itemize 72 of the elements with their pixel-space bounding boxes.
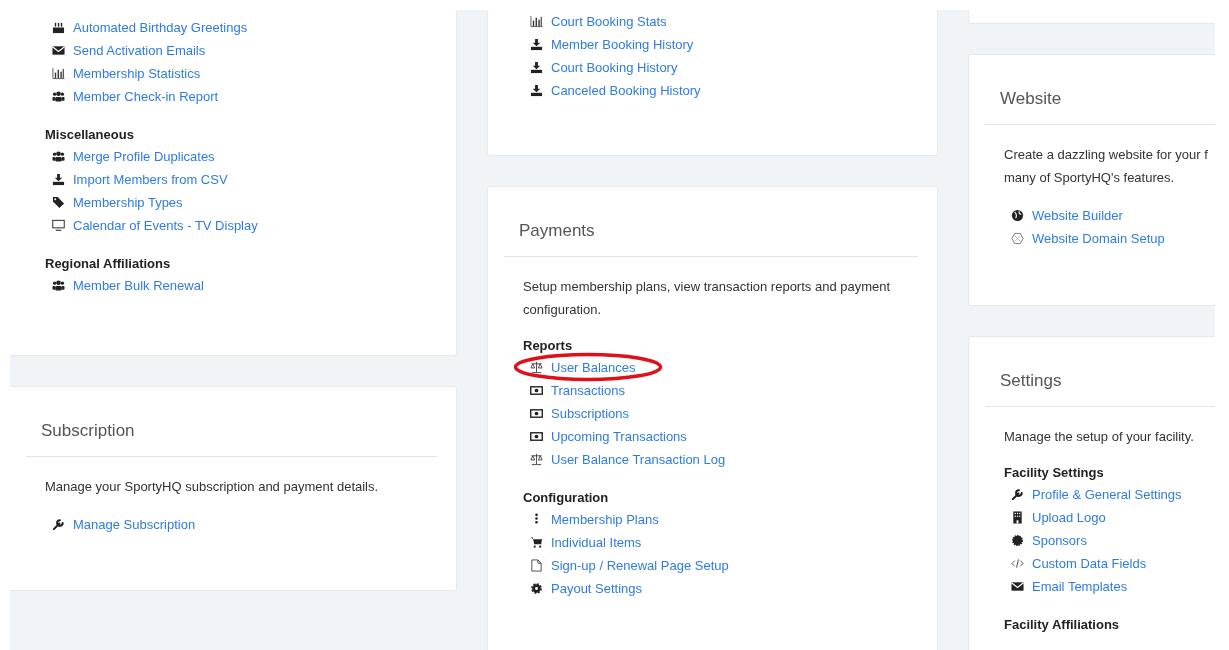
section-heading: Miscellaneous <box>45 126 135 144</box>
card-description: Manage your SportyHQ subscription and payment details. <box>45 478 380 496</box>
card-title: Payments <box>519 221 595 240</box>
menu-link[interactable]: Sign-up / Renewal Page Setup <box>551 558 729 573</box>
section-heading: Configuration <box>523 489 610 507</box>
download-icon <box>52 173 65 186</box>
card-title: Settings <box>1000 371 1062 390</box>
code-icon <box>1011 557 1024 570</box>
menu-link[interactable]: Membership Plans <box>551 512 659 527</box>
download-icon <box>530 84 543 97</box>
cart-icon <box>530 536 543 549</box>
download-icon <box>530 38 543 51</box>
wrench-icon <box>1011 488 1024 501</box>
menu-link[interactable]: Send Activation Emails <box>73 43 206 58</box>
section-heading: Reports <box>523 337 574 355</box>
menu-link[interactable]: Manage Subscription <box>73 517 196 532</box>
file-icon <box>530 559 543 572</box>
banknote-icon <box>530 407 543 420</box>
menu-link[interactable]: Member Bulk Renewal <box>73 278 204 293</box>
scale-icon <box>530 361 543 374</box>
card-description: Create a dazzling website for your f many of SportyHQ's features. <box>1004 146 1209 187</box>
bar-chart-icon <box>52 67 65 80</box>
menu-link[interactable]: Membership Types <box>73 195 183 210</box>
card-title: Subscription <box>41 421 135 440</box>
menu-link[interactable]: Individual Items <box>551 535 642 550</box>
banknote-icon <box>530 430 543 443</box>
badge-icon <box>1011 534 1024 547</box>
envelope-icon <box>52 44 65 57</box>
scale-icon <box>530 453 543 466</box>
menu-link[interactable]: Merge Profile Duplicates <box>73 149 215 164</box>
menu-link[interactable]: Court Booking History <box>551 60 678 75</box>
menu-link[interactable]: Email Templates <box>1032 579 1128 594</box>
menu-link[interactable]: Membership Statistics <box>73 66 201 81</box>
envelope-icon <box>1011 580 1024 593</box>
menu-link[interactable]: Calendar of Events - TV Display <box>73 218 258 233</box>
menu-link[interactable]: Transactions <box>551 383 625 398</box>
menu-link[interactable]: Import Members from CSV <box>73 172 228 187</box>
banknote-icon <box>530 384 543 397</box>
menu-link[interactable]: Canceled Booking History <box>551 83 701 98</box>
wrench-icon <box>52 518 65 531</box>
menu-link[interactable]: Sponsors <box>1032 533 1087 548</box>
users-icon <box>52 90 65 103</box>
menu-link[interactable]: Court Booking Stats <box>551 14 667 29</box>
card-description: Manage the setup of your facility. <box>1004 428 1195 446</box>
monitor-icon <box>52 219 65 232</box>
gear-icon <box>530 582 543 595</box>
tag-icon <box>52 196 65 209</box>
globe-icon <box>1011 209 1024 222</box>
users-icon <box>52 279 65 292</box>
menu-link[interactable]: Website Builder <box>1032 208 1123 223</box>
menu-link[interactable]: Website Domain Setup <box>1032 231 1165 246</box>
menu-link[interactable]: Upcoming Transactions <box>551 429 687 444</box>
menu-link[interactable]: Payout Settings <box>551 581 643 596</box>
section-heading: Facility Settings <box>1004 464 1105 482</box>
section-heading: Regional Affiliations <box>45 255 172 273</box>
menu-link[interactable]: Member Check-in Report <box>73 89 219 104</box>
building-icon <box>1011 511 1024 524</box>
menu-link[interactable]: User Balance Transaction Log <box>551 452 726 467</box>
hexagon-icon <box>1011 232 1024 245</box>
menu-link[interactable]: Automated Birthday Greetings <box>73 20 248 35</box>
cake-icon <box>52 21 65 34</box>
menu-link[interactable]: Member Booking History <box>551 37 694 52</box>
download-icon <box>530 61 543 74</box>
users-icon <box>52 150 65 163</box>
menu-link[interactable]: Upload Logo <box>1032 510 1106 525</box>
bar-chart-icon <box>530 15 543 28</box>
card-title: Website <box>1000 89 1062 108</box>
menu-link[interactable]: Subscriptions <box>551 406 630 421</box>
card-description: Setup membership plans, view transaction reports and payment configuration. <box>523 278 892 319</box>
menu-link[interactable]: Profile & General Settings <box>1032 487 1182 502</box>
menu-link[interactable]: Custom Data Fields <box>1032 556 1147 571</box>
section-heading: Facility Affiliations <box>1004 616 1121 634</box>
